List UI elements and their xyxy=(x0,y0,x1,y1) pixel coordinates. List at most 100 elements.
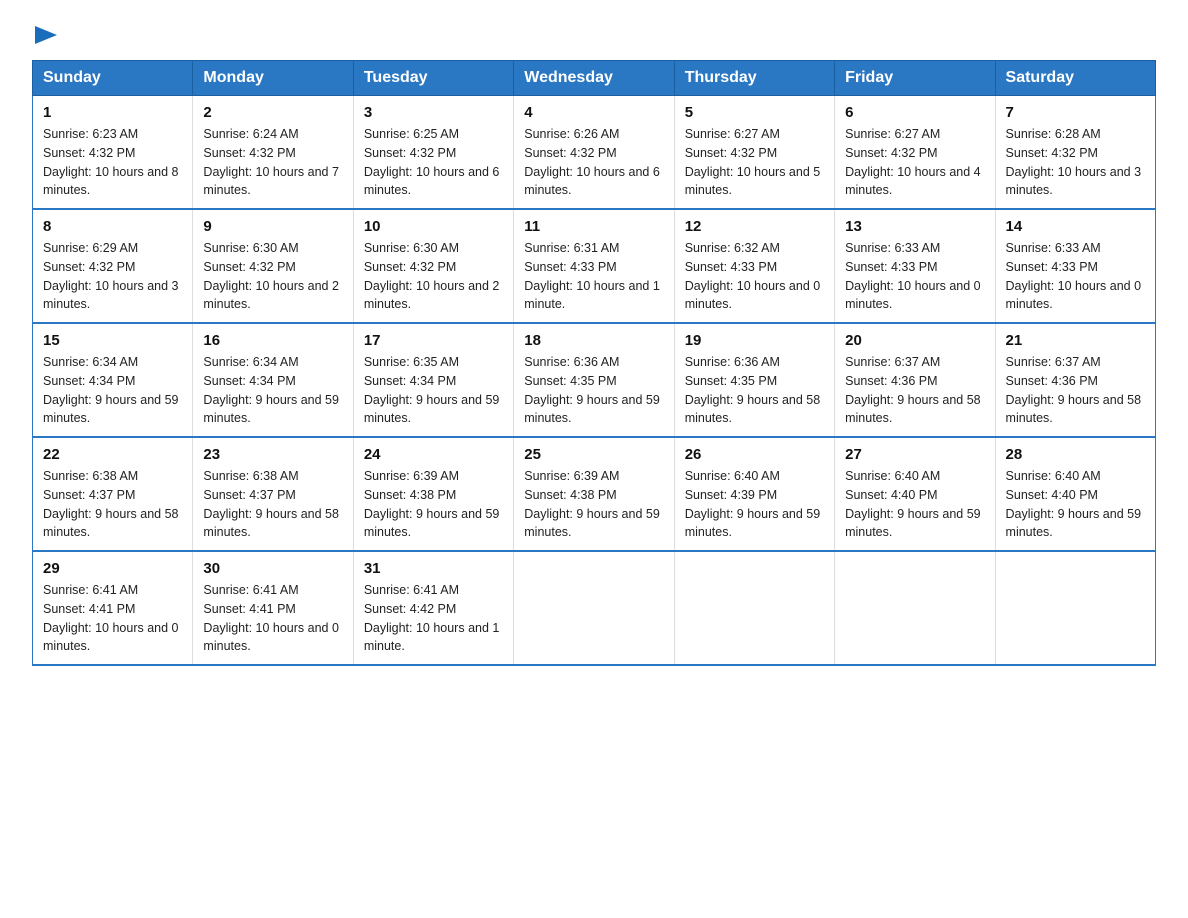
day-number: 2 xyxy=(203,104,342,121)
calendar-week-row: 8 Sunrise: 6:29 AM Sunset: 4:32 PM Dayli… xyxy=(33,209,1156,323)
page-header xyxy=(32,24,1156,44)
calendar-cell: 12 Sunrise: 6:32 AM Sunset: 4:33 PM Dayl… xyxy=(674,209,834,323)
logo-arrow-icon xyxy=(35,26,57,44)
day-number: 12 xyxy=(685,218,824,235)
day-number: 25 xyxy=(524,446,663,463)
day-info: Sunrise: 6:40 AM Sunset: 4:40 PM Dayligh… xyxy=(845,467,984,542)
calendar-cell: 7 Sunrise: 6:28 AM Sunset: 4:32 PM Dayli… xyxy=(995,96,1155,210)
header-sunday: Sunday xyxy=(33,61,193,96)
calendar-cell: 24 Sunrise: 6:39 AM Sunset: 4:38 PM Dayl… xyxy=(353,437,513,551)
calendar-cell: 27 Sunrise: 6:40 AM Sunset: 4:40 PM Dayl… xyxy=(835,437,995,551)
day-info: Sunrise: 6:26 AM Sunset: 4:32 PM Dayligh… xyxy=(524,125,663,200)
header-wednesday: Wednesday xyxy=(514,61,674,96)
day-info: Sunrise: 6:30 AM Sunset: 4:32 PM Dayligh… xyxy=(364,239,503,314)
day-info: Sunrise: 6:38 AM Sunset: 4:37 PM Dayligh… xyxy=(203,467,342,542)
day-info: Sunrise: 6:28 AM Sunset: 4:32 PM Dayligh… xyxy=(1006,125,1145,200)
day-number: 5 xyxy=(685,104,824,121)
day-number: 24 xyxy=(364,446,503,463)
calendar-cell: 28 Sunrise: 6:40 AM Sunset: 4:40 PM Dayl… xyxy=(995,437,1155,551)
calendar-cell: 2 Sunrise: 6:24 AM Sunset: 4:32 PM Dayli… xyxy=(193,96,353,210)
day-number: 10 xyxy=(364,218,503,235)
calendar-cell: 21 Sunrise: 6:37 AM Sunset: 4:36 PM Dayl… xyxy=(995,323,1155,437)
day-info: Sunrise: 6:31 AM Sunset: 4:33 PM Dayligh… xyxy=(524,239,663,314)
header-saturday: Saturday xyxy=(995,61,1155,96)
header-monday: Monday xyxy=(193,61,353,96)
logo xyxy=(32,24,57,44)
day-number: 23 xyxy=(203,446,342,463)
day-info: Sunrise: 6:35 AM Sunset: 4:34 PM Dayligh… xyxy=(364,353,503,428)
day-number: 1 xyxy=(43,104,182,121)
day-info: Sunrise: 6:37 AM Sunset: 4:36 PM Dayligh… xyxy=(845,353,984,428)
day-number: 18 xyxy=(524,332,663,349)
calendar-week-row: 29 Sunrise: 6:41 AM Sunset: 4:41 PM Dayl… xyxy=(33,551,1156,665)
calendar-cell: 8 Sunrise: 6:29 AM Sunset: 4:32 PM Dayli… xyxy=(33,209,193,323)
calendar-cell: 13 Sunrise: 6:33 AM Sunset: 4:33 PM Dayl… xyxy=(835,209,995,323)
calendar-cell xyxy=(514,551,674,665)
calendar-cell: 3 Sunrise: 6:25 AM Sunset: 4:32 PM Dayli… xyxy=(353,96,513,210)
calendar-cell: 16 Sunrise: 6:34 AM Sunset: 4:34 PM Dayl… xyxy=(193,323,353,437)
day-number: 19 xyxy=(685,332,824,349)
day-number: 20 xyxy=(845,332,984,349)
day-info: Sunrise: 6:25 AM Sunset: 4:32 PM Dayligh… xyxy=(364,125,503,200)
day-info: Sunrise: 6:24 AM Sunset: 4:32 PM Dayligh… xyxy=(203,125,342,200)
day-number: 27 xyxy=(845,446,984,463)
day-number: 21 xyxy=(1006,332,1145,349)
day-number: 6 xyxy=(845,104,984,121)
day-info: Sunrise: 6:27 AM Sunset: 4:32 PM Dayligh… xyxy=(845,125,984,200)
day-number: 17 xyxy=(364,332,503,349)
calendar-cell: 14 Sunrise: 6:33 AM Sunset: 4:33 PM Dayl… xyxy=(995,209,1155,323)
calendar-cell: 30 Sunrise: 6:41 AM Sunset: 4:41 PM Dayl… xyxy=(193,551,353,665)
calendar-cell: 26 Sunrise: 6:40 AM Sunset: 4:39 PM Dayl… xyxy=(674,437,834,551)
day-number: 28 xyxy=(1006,446,1145,463)
calendar-cell: 11 Sunrise: 6:31 AM Sunset: 4:33 PM Dayl… xyxy=(514,209,674,323)
day-info: Sunrise: 6:34 AM Sunset: 4:34 PM Dayligh… xyxy=(43,353,182,428)
calendar-cell xyxy=(835,551,995,665)
day-info: Sunrise: 6:29 AM Sunset: 4:32 PM Dayligh… xyxy=(43,239,182,314)
calendar-cell: 23 Sunrise: 6:38 AM Sunset: 4:37 PM Dayl… xyxy=(193,437,353,551)
day-number: 4 xyxy=(524,104,663,121)
day-number: 31 xyxy=(364,560,503,577)
calendar-header-row: Sunday Monday Tuesday Wednesday Thursday… xyxy=(33,61,1156,96)
day-info: Sunrise: 6:41 AM Sunset: 4:42 PM Dayligh… xyxy=(364,581,503,656)
day-number: 11 xyxy=(524,218,663,235)
calendar-cell: 9 Sunrise: 6:30 AM Sunset: 4:32 PM Dayli… xyxy=(193,209,353,323)
day-number: 13 xyxy=(845,218,984,235)
calendar-week-row: 15 Sunrise: 6:34 AM Sunset: 4:34 PM Dayl… xyxy=(33,323,1156,437)
day-info: Sunrise: 6:39 AM Sunset: 4:38 PM Dayligh… xyxy=(364,467,503,542)
calendar-cell: 4 Sunrise: 6:26 AM Sunset: 4:32 PM Dayli… xyxy=(514,96,674,210)
day-info: Sunrise: 6:40 AM Sunset: 4:39 PM Dayligh… xyxy=(685,467,824,542)
day-info: Sunrise: 6:33 AM Sunset: 4:33 PM Dayligh… xyxy=(845,239,984,314)
calendar-cell xyxy=(995,551,1155,665)
day-info: Sunrise: 6:38 AM Sunset: 4:37 PM Dayligh… xyxy=(43,467,182,542)
day-info: Sunrise: 6:37 AM Sunset: 4:36 PM Dayligh… xyxy=(1006,353,1145,428)
calendar-cell: 5 Sunrise: 6:27 AM Sunset: 4:32 PM Dayli… xyxy=(674,96,834,210)
day-info: Sunrise: 6:41 AM Sunset: 4:41 PM Dayligh… xyxy=(43,581,182,656)
day-info: Sunrise: 6:39 AM Sunset: 4:38 PM Dayligh… xyxy=(524,467,663,542)
calendar-week-row: 22 Sunrise: 6:38 AM Sunset: 4:37 PM Dayl… xyxy=(33,437,1156,551)
calendar-cell xyxy=(674,551,834,665)
calendar-cell: 31 Sunrise: 6:41 AM Sunset: 4:42 PM Dayl… xyxy=(353,551,513,665)
calendar-cell: 10 Sunrise: 6:30 AM Sunset: 4:32 PM Dayl… xyxy=(353,209,513,323)
header-thursday: Thursday xyxy=(674,61,834,96)
calendar-cell: 18 Sunrise: 6:36 AM Sunset: 4:35 PM Dayl… xyxy=(514,323,674,437)
calendar-cell: 6 Sunrise: 6:27 AM Sunset: 4:32 PM Dayli… xyxy=(835,96,995,210)
day-info: Sunrise: 6:33 AM Sunset: 4:33 PM Dayligh… xyxy=(1006,239,1145,314)
day-info: Sunrise: 6:34 AM Sunset: 4:34 PM Dayligh… xyxy=(203,353,342,428)
calendar-cell: 1 Sunrise: 6:23 AM Sunset: 4:32 PM Dayli… xyxy=(33,96,193,210)
calendar-cell: 29 Sunrise: 6:41 AM Sunset: 4:41 PM Dayl… xyxy=(33,551,193,665)
calendar-cell: 19 Sunrise: 6:36 AM Sunset: 4:35 PM Dayl… xyxy=(674,323,834,437)
day-info: Sunrise: 6:23 AM Sunset: 4:32 PM Dayligh… xyxy=(43,125,182,200)
day-number: 30 xyxy=(203,560,342,577)
day-number: 16 xyxy=(203,332,342,349)
day-number: 14 xyxy=(1006,218,1145,235)
day-number: 9 xyxy=(203,218,342,235)
day-info: Sunrise: 6:36 AM Sunset: 4:35 PM Dayligh… xyxy=(524,353,663,428)
day-number: 3 xyxy=(364,104,503,121)
day-number: 7 xyxy=(1006,104,1145,121)
day-number: 8 xyxy=(43,218,182,235)
calendar-table: Sunday Monday Tuesday Wednesday Thursday… xyxy=(32,60,1156,666)
calendar-cell: 15 Sunrise: 6:34 AM Sunset: 4:34 PM Dayl… xyxy=(33,323,193,437)
day-info: Sunrise: 6:32 AM Sunset: 4:33 PM Dayligh… xyxy=(685,239,824,314)
header-tuesday: Tuesday xyxy=(353,61,513,96)
day-info: Sunrise: 6:41 AM Sunset: 4:41 PM Dayligh… xyxy=(203,581,342,656)
